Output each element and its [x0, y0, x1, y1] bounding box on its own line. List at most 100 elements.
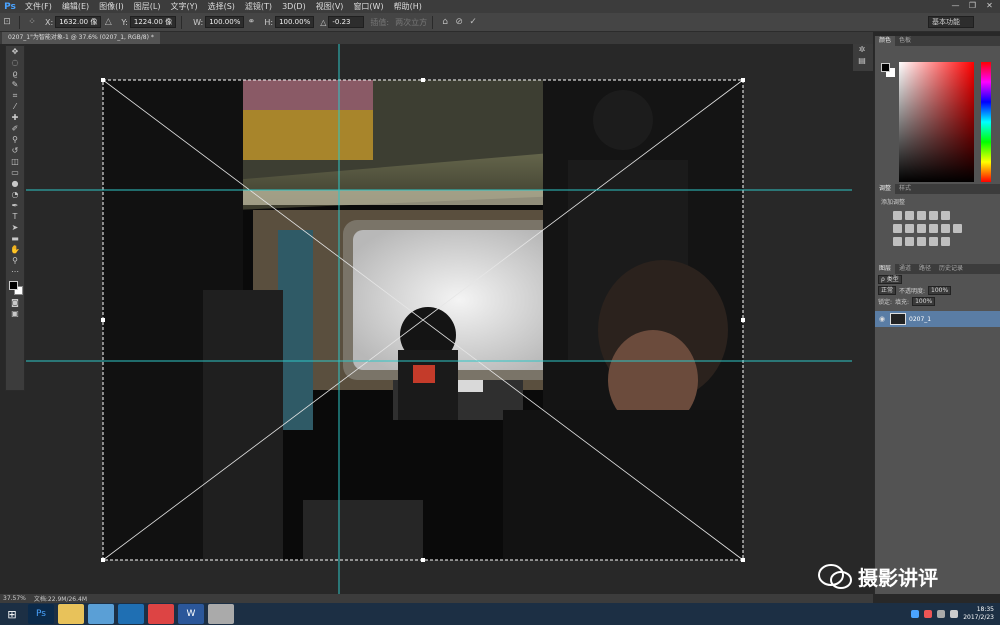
- zoom-tool-icon[interactable]: ⚲: [6, 255, 24, 266]
- menu-select[interactable]: 选择(S): [203, 0, 240, 13]
- menu-type[interactable]: 文字(Y): [165, 0, 202, 13]
- canvas-area[interactable]: [26, 44, 852, 594]
- black-white-icon[interactable]: [917, 224, 926, 233]
- restore-icon[interactable]: ❐: [966, 1, 979, 11]
- menu-file[interactable]: 文件(F): [20, 0, 57, 13]
- opacity-field[interactable]: 100%: [928, 286, 952, 295]
- document-tab[interactable]: 0207_1"为智能对象-1 @ 37.6% (0207_1, RGB/8) *: [2, 32, 160, 44]
- eyedropper-icon[interactable]: ⁄: [6, 101, 24, 112]
- invert-icon[interactable]: [893, 237, 902, 246]
- interpolation-value[interactable]: 两次立方: [395, 17, 427, 28]
- color-balance-icon[interactable]: [905, 224, 914, 233]
- panel-foreground-color[interactable]: [881, 63, 890, 72]
- crop-tool-icon[interactable]: ⌗: [6, 90, 24, 101]
- close-icon[interactable]: ✕: [983, 1, 996, 11]
- menu-filter[interactable]: 滤镜(T): [240, 0, 277, 13]
- zoom-level[interactable]: 37.57%: [3, 595, 26, 602]
- marquee-tool-icon[interactable]: ◌: [6, 57, 24, 68]
- levels-icon[interactable]: [905, 211, 914, 220]
- tab-styles[interactable]: 样式: [895, 184, 915, 194]
- tray-volume-icon[interactable]: [950, 610, 959, 618]
- dodge-icon[interactable]: ◔: [6, 189, 24, 200]
- photoshop-taskbar-icon[interactable]: Ps: [28, 604, 54, 624]
- gradient-icon[interactable]: ▭: [6, 167, 24, 178]
- quick-select-icon[interactable]: ✎: [6, 79, 24, 90]
- chrome-taskbar-icon[interactable]: [148, 604, 174, 624]
- reference-point-icon[interactable]: ⁘: [25, 15, 39, 29]
- word-taskbar-icon[interactable]: W: [178, 604, 204, 624]
- more-tools-icon[interactable]: ⋯: [6, 266, 24, 277]
- move-tool-icon[interactable]: ✥: [6, 46, 24, 57]
- brush-tool-icon[interactable]: ✐: [6, 123, 24, 134]
- tab-paths[interactable]: 路径: [915, 264, 935, 274]
- link-icon[interactable]: ⚭: [244, 15, 258, 29]
- type-tool-icon[interactable]: T: [6, 211, 24, 222]
- eraser-icon[interactable]: ◫: [6, 156, 24, 167]
- screen-mode-icon[interactable]: ▣: [6, 308, 24, 319]
- blend-mode-select[interactable]: 正常: [878, 286, 897, 295]
- relative-position-icon[interactable]: △: [101, 15, 115, 29]
- blur-icon[interactable]: ●: [6, 178, 24, 189]
- path-select-icon[interactable]: ➤: [6, 222, 24, 233]
- fill-field[interactable]: 100%: [912, 297, 936, 306]
- tab-color[interactable]: 颜色: [875, 36, 896, 46]
- tab-adjustments[interactable]: 调整: [875, 184, 896, 194]
- tab-history[interactable]: 历史记录: [935, 264, 967, 274]
- visibility-eye-icon[interactable]: ◉: [879, 315, 887, 323]
- threshold-icon[interactable]: [917, 237, 926, 246]
- clone-stamp-icon[interactable]: ⚲: [6, 134, 24, 145]
- history-brush-icon[interactable]: ↺: [6, 145, 24, 156]
- gradient-map-icon[interactable]: [929, 237, 938, 246]
- posterize-icon[interactable]: [905, 237, 914, 246]
- tab-swatches[interactable]: 色板: [895, 36, 915, 46]
- exposure-icon[interactable]: [929, 211, 938, 220]
- curves-icon[interactable]: [917, 211, 926, 220]
- menu-image[interactable]: 图像(I): [94, 0, 129, 13]
- color-swatches[interactable]: [6, 279, 24, 297]
- healing-brush-icon[interactable]: ✚: [6, 112, 24, 123]
- hue-sat-icon[interactable]: [893, 224, 902, 233]
- color-picker-field[interactable]: [899, 62, 974, 182]
- workspace-select[interactable]: 基本功能: [928, 16, 974, 28]
- hue-slider[interactable]: [981, 62, 991, 182]
- transform-tool-icon[interactable]: ⊡: [0, 15, 14, 29]
- w-field[interactable]: 100.00%: [205, 16, 245, 28]
- menu-3d[interactable]: 3D(D): [277, 0, 311, 13]
- commit-transform-icon[interactable]: ✓: [466, 15, 480, 29]
- menu-window[interactable]: 窗口(W): [348, 0, 388, 13]
- color-lookup-icon[interactable]: [953, 224, 962, 233]
- lasso-tool-icon[interactable]: ϱ: [6, 68, 24, 79]
- menu-help[interactable]: 帮助(H): [389, 0, 427, 13]
- cancel-transform-icon[interactable]: ⊘: [452, 15, 466, 29]
- quick-mask-icon[interactable]: ◙: [6, 297, 24, 308]
- warp-icon[interactable]: ⌂: [438, 15, 452, 29]
- h-field[interactable]: 100.00%: [275, 16, 315, 28]
- layer-kind-select[interactable]: ρ 类型: [878, 275, 902, 284]
- y-field[interactable]: 1224.00 像: [129, 16, 177, 28]
- menu-view[interactable]: 视图(V): [311, 0, 349, 13]
- viewer-taskbar-icon[interactable]: [208, 604, 234, 624]
- vibrance-icon[interactable]: [941, 211, 950, 220]
- pen-tool-icon[interactable]: ✒: [6, 200, 24, 211]
- tray-app-icon[interactable]: [911, 610, 920, 618]
- brightness-icon[interactable]: [893, 211, 902, 220]
- layer-row[interactable]: ◉ 0207_1: [875, 311, 1000, 327]
- tab-layers[interactable]: 图层: [875, 264, 896, 274]
- guides[interactable]: [26, 44, 852, 594]
- history-icon[interactable]: ▤: [853, 55, 871, 66]
- browser-taskbar-icon[interactable]: [118, 604, 144, 624]
- foreground-color[interactable]: [9, 281, 18, 290]
- rectangle-tool-icon[interactable]: ▬: [6, 233, 24, 244]
- channel-mixer-icon[interactable]: [941, 224, 950, 233]
- clock[interactable]: 18:35 2017/2/23: [963, 606, 994, 622]
- menu-edit[interactable]: 编辑(E): [57, 0, 94, 13]
- transform-box[interactable]: [101, 78, 745, 562]
- minimize-icon[interactable]: —: [949, 1, 962, 11]
- photo-filter-icon[interactable]: [929, 224, 938, 233]
- document-size[interactable]: 文档:22.9M/26.4M: [34, 594, 87, 603]
- tray-antivirus-icon[interactable]: [924, 610, 933, 618]
- selective-color-icon[interactable]: [941, 237, 950, 246]
- menu-layer[interactable]: 图层(L): [129, 0, 166, 13]
- angle-field[interactable]: -0.23: [328, 16, 365, 28]
- tray-network-icon[interactable]: [937, 610, 946, 618]
